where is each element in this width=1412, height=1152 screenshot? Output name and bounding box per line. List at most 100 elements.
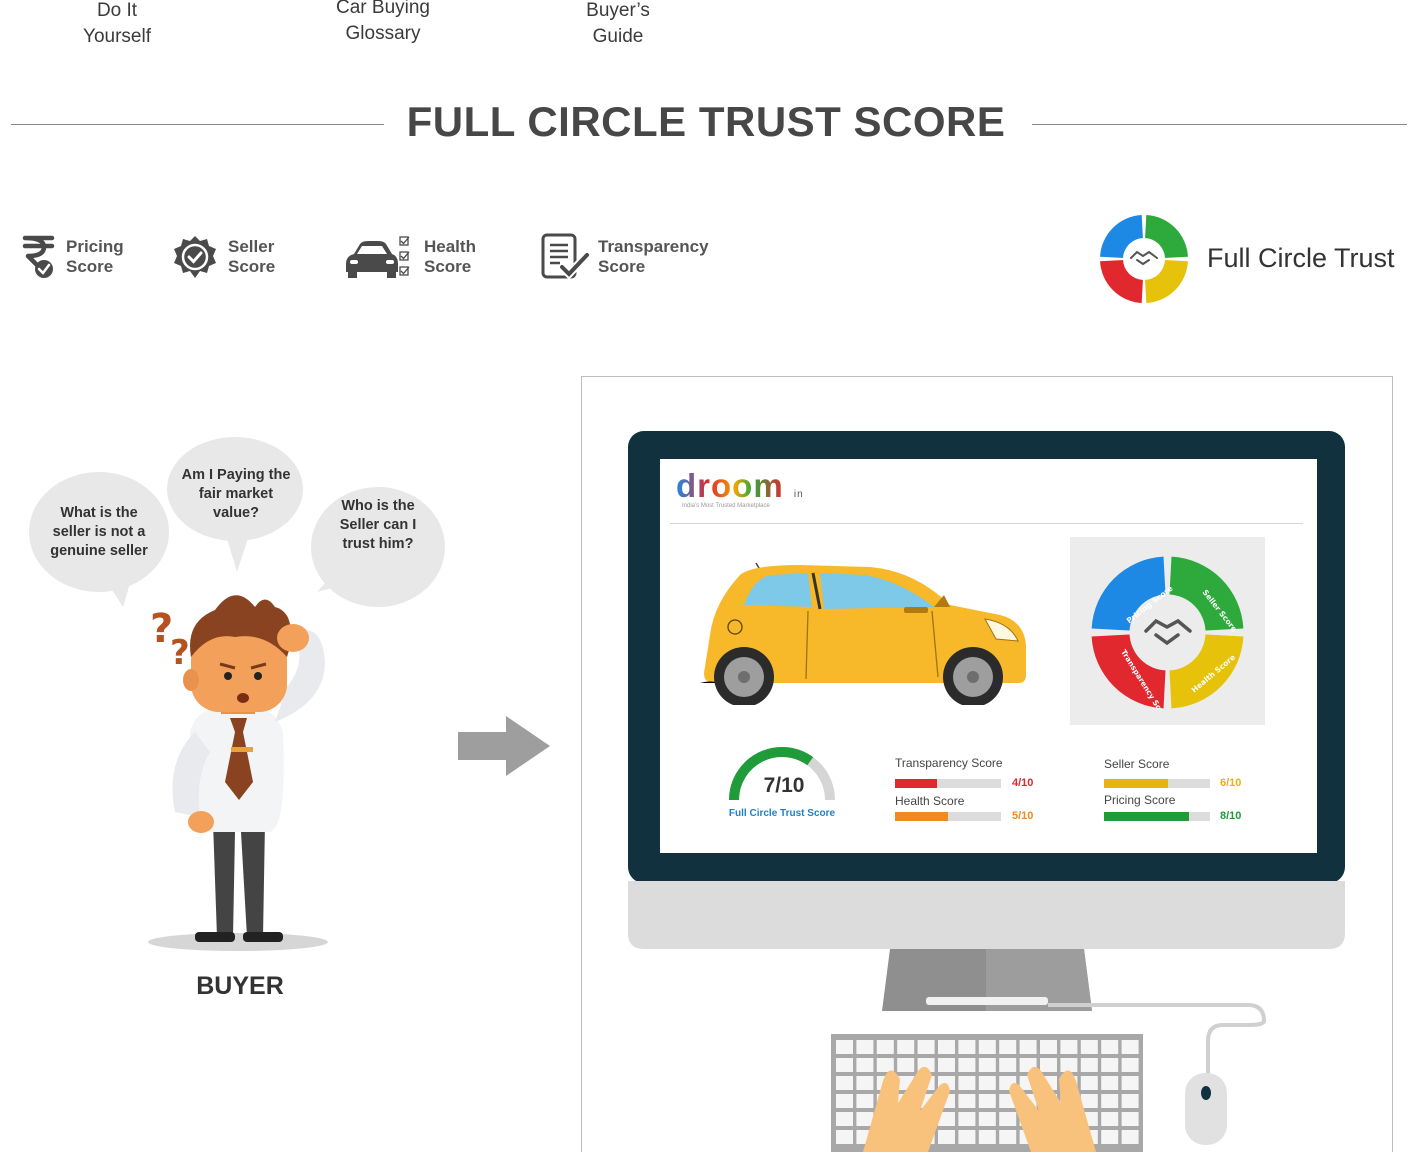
keyboard-key: [836, 1094, 853, 1108]
car-illustration: [700, 562, 1026, 705]
rupee-check-icon: [22, 235, 55, 278]
bar-fill: [895, 812, 948, 821]
bar-label-pricing: Pricing Score: [1104, 793, 1176, 807]
nav-label-line1: Car Buying: [336, 0, 430, 18]
keyboard-key: [1121, 1058, 1139, 1072]
chip-label: Transparency Score: [598, 237, 709, 276]
keyboard-key: [1121, 1076, 1139, 1090]
page-title: FULL CIRCLE TRUST SCORE: [406, 98, 1006, 145]
keyboard-key: [1080, 1076, 1098, 1090]
bubble-text-trust-seller: Who is the Seller can I trust him?: [339, 498, 417, 552]
keyboard-key: [958, 1076, 976, 1090]
keyboard-key: [1121, 1094, 1139, 1108]
keyboard-key: [836, 1112, 853, 1126]
keyboard-key: [999, 1112, 1017, 1126]
keyboard-key: [1101, 1112, 1119, 1126]
bubble-text-fair-market: Am I Paying the fair market value?: [181, 467, 291, 521]
keyboard-key: [978, 1040, 996, 1054]
keyboard-key: [897, 1040, 915, 1054]
monitor-screen: droom in India's Most Trusted Marketplac…: [660, 459, 1317, 853]
keyboard-key: [856, 1058, 874, 1072]
keyboard-key: [836, 1040, 853, 1054]
gauge-caption: Full Circle Trust Score: [728, 808, 836, 819]
bar-value-seller: 6/10: [1220, 777, 1242, 789]
keyboard-key: [958, 1040, 976, 1054]
droom-logo-text: droom: [676, 467, 784, 504]
keyboard-key: [856, 1094, 874, 1108]
keyboard-key: [938, 1040, 955, 1054]
keyboard-key: [917, 1040, 935, 1054]
bar-value-transparency: 4/10: [1012, 777, 1034, 789]
nav-label-line2: Guide: [592, 26, 644, 47]
keyboard-key: [978, 1058, 996, 1072]
gauge-value: 7/10: [763, 774, 805, 797]
droom-logo-suffix: in: [793, 489, 804, 500]
keyboard-key: [978, 1112, 996, 1126]
keyboard-key: [999, 1040, 1017, 1054]
keyboard-key: [1080, 1040, 1098, 1054]
keyboard-key: [876, 1058, 894, 1072]
keyboard-key: [1121, 1130, 1139, 1144]
bubble-text-genuine-seller: What is the seller is not a genuine sell…: [50, 505, 148, 559]
chip-transparency-score[interactable]: Transparency Score: [540, 232, 709, 282]
keyboard-key: [836, 1076, 853, 1090]
bar-fill: [1104, 779, 1168, 788]
keyboard-key: [1080, 1094, 1098, 1108]
keyboard-key: [1040, 1040, 1057, 1054]
keyboard-key: [1019, 1040, 1037, 1054]
chip-health-score[interactable]: Health Score: [340, 232, 476, 282]
keyboard-key: [1101, 1130, 1119, 1144]
nav-buyers-guide[interactable]: Buyer’s Guide: [568, 0, 668, 50]
bar-transparency: [895, 779, 1001, 788]
page: Do It Yourself Car Buying Glossary Buyer…: [0, 0, 1412, 1152]
nav-label-line1: Do It: [96, 0, 138, 21]
nav-label-line2: Glossary: [345, 23, 421, 44]
bar-label-health: Health Score: [895, 794, 965, 808]
keyboard-key: [978, 1094, 996, 1108]
keyboard-key: [1101, 1094, 1119, 1108]
keyboard-key: [856, 1112, 874, 1126]
nav-car-buying-glossary[interactable]: Car Buying Glossary: [318, 0, 448, 47]
keyboard-key: [836, 1058, 853, 1072]
nav-do-it-yourself[interactable]: Do It Yourself: [62, 0, 172, 50]
bar-seller: [1104, 779, 1210, 788]
keyboard-key: [1101, 1058, 1119, 1072]
keyboard-key: [876, 1040, 894, 1054]
droom-tagline: India's Most Trusted Marketplace: [682, 503, 770, 509]
chip-pricing-score[interactable]: Pricing Score: [22, 232, 124, 282]
bar-fill: [1104, 812, 1189, 821]
question-mark-icon: ?: [170, 633, 190, 673]
keyboard-key: [938, 1130, 955, 1144]
keyboard-key: [1101, 1040, 1119, 1054]
keyboard-key: [856, 1040, 874, 1054]
car-checklist-icon: [346, 236, 410, 278]
keyboard-key: [1060, 1058, 1078, 1072]
bar-health: [895, 812, 1001, 821]
mouse-icon: [1185, 1073, 1227, 1145]
trust-ring-large: Pricing Score Seller Score Health Score …: [1091, 556, 1244, 710]
keyboard-key: [1040, 1058, 1057, 1072]
bar-value-health: 5/10: [1012, 810, 1034, 822]
screen-header-divider: [670, 523, 1303, 524]
chip-label: Pricing Score: [66, 237, 124, 276]
keyboard-key: [978, 1130, 996, 1144]
nav-label-line1: Buyer’s: [586, 0, 650, 21]
keyboard-key: [897, 1058, 915, 1072]
document-check-icon: [541, 233, 590, 280]
keyboard-key: [1121, 1112, 1139, 1126]
chip-seller-score[interactable]: Seller Score: [172, 232, 275, 282]
bar-label-seller: Seller Score: [1104, 757, 1170, 771]
full-circle-trust-logo: [1100, 215, 1188, 303]
droom-logo: droom in: [676, 467, 804, 505]
keyboard-key: [836, 1130, 853, 1144]
keyboard-key: [958, 1094, 976, 1108]
keyboard-key: [958, 1130, 976, 1144]
keyboard-key: [1121, 1040, 1139, 1054]
keyboard-key: [938, 1058, 955, 1072]
keyboard-key: [999, 1130, 1017, 1144]
arrow-right-icon: [458, 716, 550, 776]
bar-value-pricing: 8/10: [1220, 810, 1242, 822]
badge-check-icon: [174, 236, 216, 278]
buyer-label: BUYER: [196, 972, 284, 1000]
nav-label-line2: Yourself: [83, 26, 151, 47]
